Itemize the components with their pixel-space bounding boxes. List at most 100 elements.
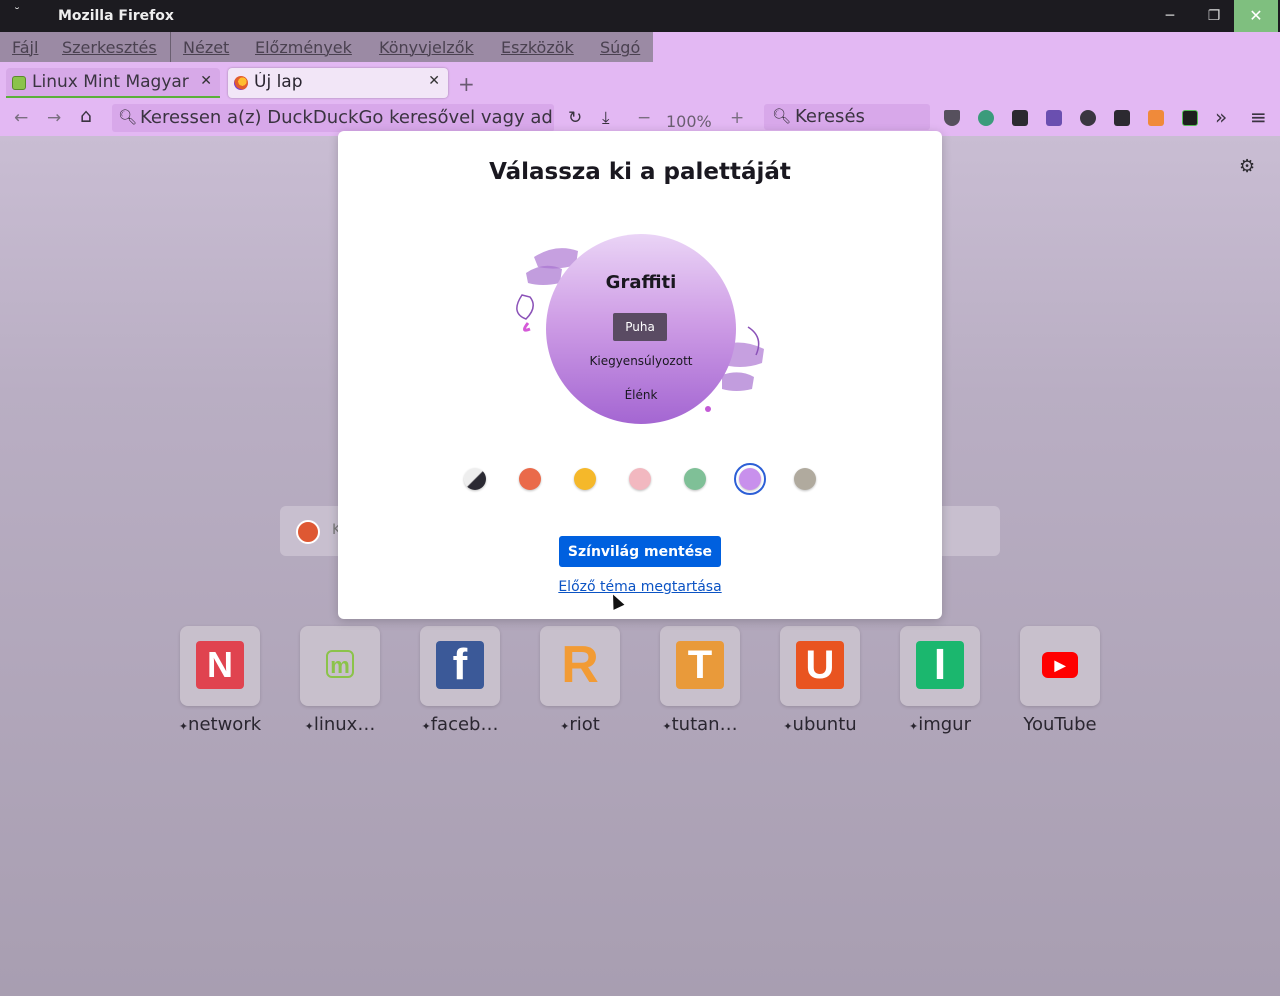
swatch-purple[interactable] <box>734 463 766 495</box>
site-tile[interactable]: I <box>900 626 980 706</box>
gear-icon[interactable]: ⚙ <box>1239 156 1255 177</box>
palette-dialog: Válassza ki a palettáját Graffiti Puha K… <box>338 131 942 619</box>
forward-icon[interactable]: → <box>47 108 61 128</box>
variant-balanced[interactable]: Kiegyensúlyozott <box>546 354 736 368</box>
site-name: ✦faceb… <box>400 714 520 735</box>
search-bar[interactable]: 🔍︎ Keresés <box>764 104 930 130</box>
firefox-favicon-icon <box>234 76 248 90</box>
download-icon[interactable]: ⤓ <box>602 108 610 128</box>
reload-icon[interactable]: ↻ <box>568 108 582 128</box>
network-logo-icon: N <box>196 641 244 689</box>
swatch-green[interactable] <box>684 468 706 490</box>
zoom-out-icon[interactable]: − <box>637 108 651 128</box>
pin-icon: ✦ <box>178 720 189 733</box>
tab-loading-indicator <box>6 96 220 98</box>
variant-bold[interactable]: Élénk <box>546 388 736 402</box>
site-label: linux… <box>313 714 376 735</box>
eh-icon[interactable] <box>1182 110 1198 126</box>
save-colorway-button[interactable]: Színvilág mentése <box>559 536 721 567</box>
tab-linux-mint[interactable]: Linux Mint Magyar K ✕ <box>6 68 220 98</box>
linux-mint-logo-icon: m <box>326 650 354 678</box>
minimize-button[interactable]: ─ <box>1148 0 1192 32</box>
site-tile[interactable]: U <box>780 626 860 706</box>
zoom-level[interactable]: 100% <box>666 112 712 131</box>
site-label: riot <box>569 714 600 735</box>
grid-icon[interactable] <box>1012 110 1028 126</box>
site-tile[interactable]: m <box>300 626 380 706</box>
system-menu-icon[interactable]: ˘ <box>14 6 20 20</box>
top-site-facebook[interactable]: f ✦faceb… <box>420 626 500 735</box>
new-tab-button[interactable]: + <box>458 72 475 96</box>
hamburger-menu-icon[interactable]: ≡ <box>1250 105 1267 129</box>
search-icon: 🔍︎ <box>118 108 138 126</box>
zoom-in-icon[interactable]: + <box>730 108 744 128</box>
menu-view[interactable]: Nézet <box>183 38 229 57</box>
site-name: ✦riot <box>520 714 640 735</box>
swatch-gray[interactable] <box>794 468 816 490</box>
tab-close-icon[interactable]: ✕ <box>200 73 212 89</box>
tab-close-icon[interactable]: ✕ <box>428 73 440 89</box>
site-tile[interactable]: R <box>540 626 620 706</box>
spheres-icon[interactable] <box>1080 110 1096 126</box>
site-tile[interactable]: f <box>420 626 500 706</box>
tab-new-tab[interactable]: Új lap ✕ <box>228 68 448 98</box>
window-title: Mozilla Firefox <box>58 8 174 24</box>
site-tile[interactable]: ▶ <box>1020 626 1100 706</box>
menu-history[interactable]: Előzmények <box>255 38 352 57</box>
overflow-icon[interactable]: » <box>1215 105 1227 129</box>
dialog-heading: Válassza ki a palettáját <box>489 159 791 185</box>
site-name: ✦ubuntu <box>760 714 880 735</box>
home-icon[interactable]: ⌂ <box>80 105 92 127</box>
tutanota-logo-icon: T <box>676 641 724 689</box>
variant-soft[interactable]: Puha <box>613 313 667 341</box>
cube-icon[interactable] <box>1046 110 1062 126</box>
maximize-button[interactable]: ❐ <box>1192 0 1236 32</box>
top-site-tutanota[interactable]: T ✦tutan… <box>660 626 740 735</box>
menu-help[interactable]: Súgó <box>600 38 640 57</box>
pin-icon: ✦ <box>662 720 672 733</box>
site-label: tutan… <box>671 714 738 735</box>
browser-chrome: Fájl Szerkesztés Nézet Előzmények Könyvj… <box>0 32 1280 136</box>
site-name: ✦linux… <box>280 714 400 735</box>
swatch-dark-light[interactable] <box>464 468 486 490</box>
top-site-network[interactable]: N ✦network <box>179 626 261 735</box>
top-site-imgur[interactable]: I ✦imgur <box>900 626 980 735</box>
d-icon[interactable] <box>1114 110 1130 126</box>
search-input[interactable]: Keresés <box>795 106 865 127</box>
pin-icon: ✦ <box>783 720 793 733</box>
keep-previous-theme-link[interactable]: Előző téma megtartása <box>338 579 942 595</box>
menu-bar: Fájl Szerkesztés Nézet Előzmények Könyvj… <box>0 32 653 62</box>
site-name: ✦imgur <box>880 714 1000 735</box>
site-name: YouTube <box>1000 714 1120 735</box>
back-icon[interactable]: ← <box>14 108 28 128</box>
top-site-ubuntu[interactable]: U ✦ubuntu <box>780 626 860 735</box>
facebook-logo-icon: f <box>436 641 484 689</box>
tab-label: Linux Mint Magyar K <box>32 72 194 92</box>
trash-icon[interactable] <box>1148 110 1164 126</box>
swatch-yellow[interactable] <box>574 468 596 490</box>
close-window-button[interactable]: ✕ <box>1234 0 1278 32</box>
eye-icon[interactable] <box>978 110 994 126</box>
site-tile[interactable]: N <box>180 626 260 706</box>
site-label: imgur <box>918 714 971 735</box>
top-site-youtube[interactable]: ▶ YouTube <box>1020 626 1100 735</box>
palette-preview: Graffiti Puha Kiegyensúlyozott Élénk <box>546 234 736 424</box>
youtube-logo-icon: ▶ <box>1042 652 1078 678</box>
pin-icon: ✦ <box>304 720 314 733</box>
menu-file[interactable]: Fájl <box>12 38 38 57</box>
site-tile[interactable]: T <box>660 626 740 706</box>
menu-bookmarks[interactable]: Könyvjelzők <box>379 38 474 57</box>
url-bar[interactable]: 🔍︎ Keressen a(z) DuckDuckGo keresővel va… <box>112 104 554 132</box>
site-label: network <box>188 714 262 735</box>
top-site-riot[interactable]: R ✦riot <box>540 626 620 735</box>
menu-tools[interactable]: Eszközök <box>501 38 574 57</box>
swatch-red[interactable] <box>519 468 541 490</box>
swatch-pink[interactable] <box>629 468 651 490</box>
ublock-icon[interactable] <box>944 110 960 126</box>
pin-icon: ✦ <box>421 720 431 733</box>
top-site-linux[interactable]: m ✦linux… <box>300 626 380 735</box>
site-label: ubuntu <box>792 714 857 735</box>
menu-edit[interactable]: Szerkesztés <box>62 38 157 57</box>
url-input[interactable]: Keressen a(z) DuckDuckGo keresővel vagy … <box>140 107 552 128</box>
tab-label: Új lap <box>254 72 303 92</box>
